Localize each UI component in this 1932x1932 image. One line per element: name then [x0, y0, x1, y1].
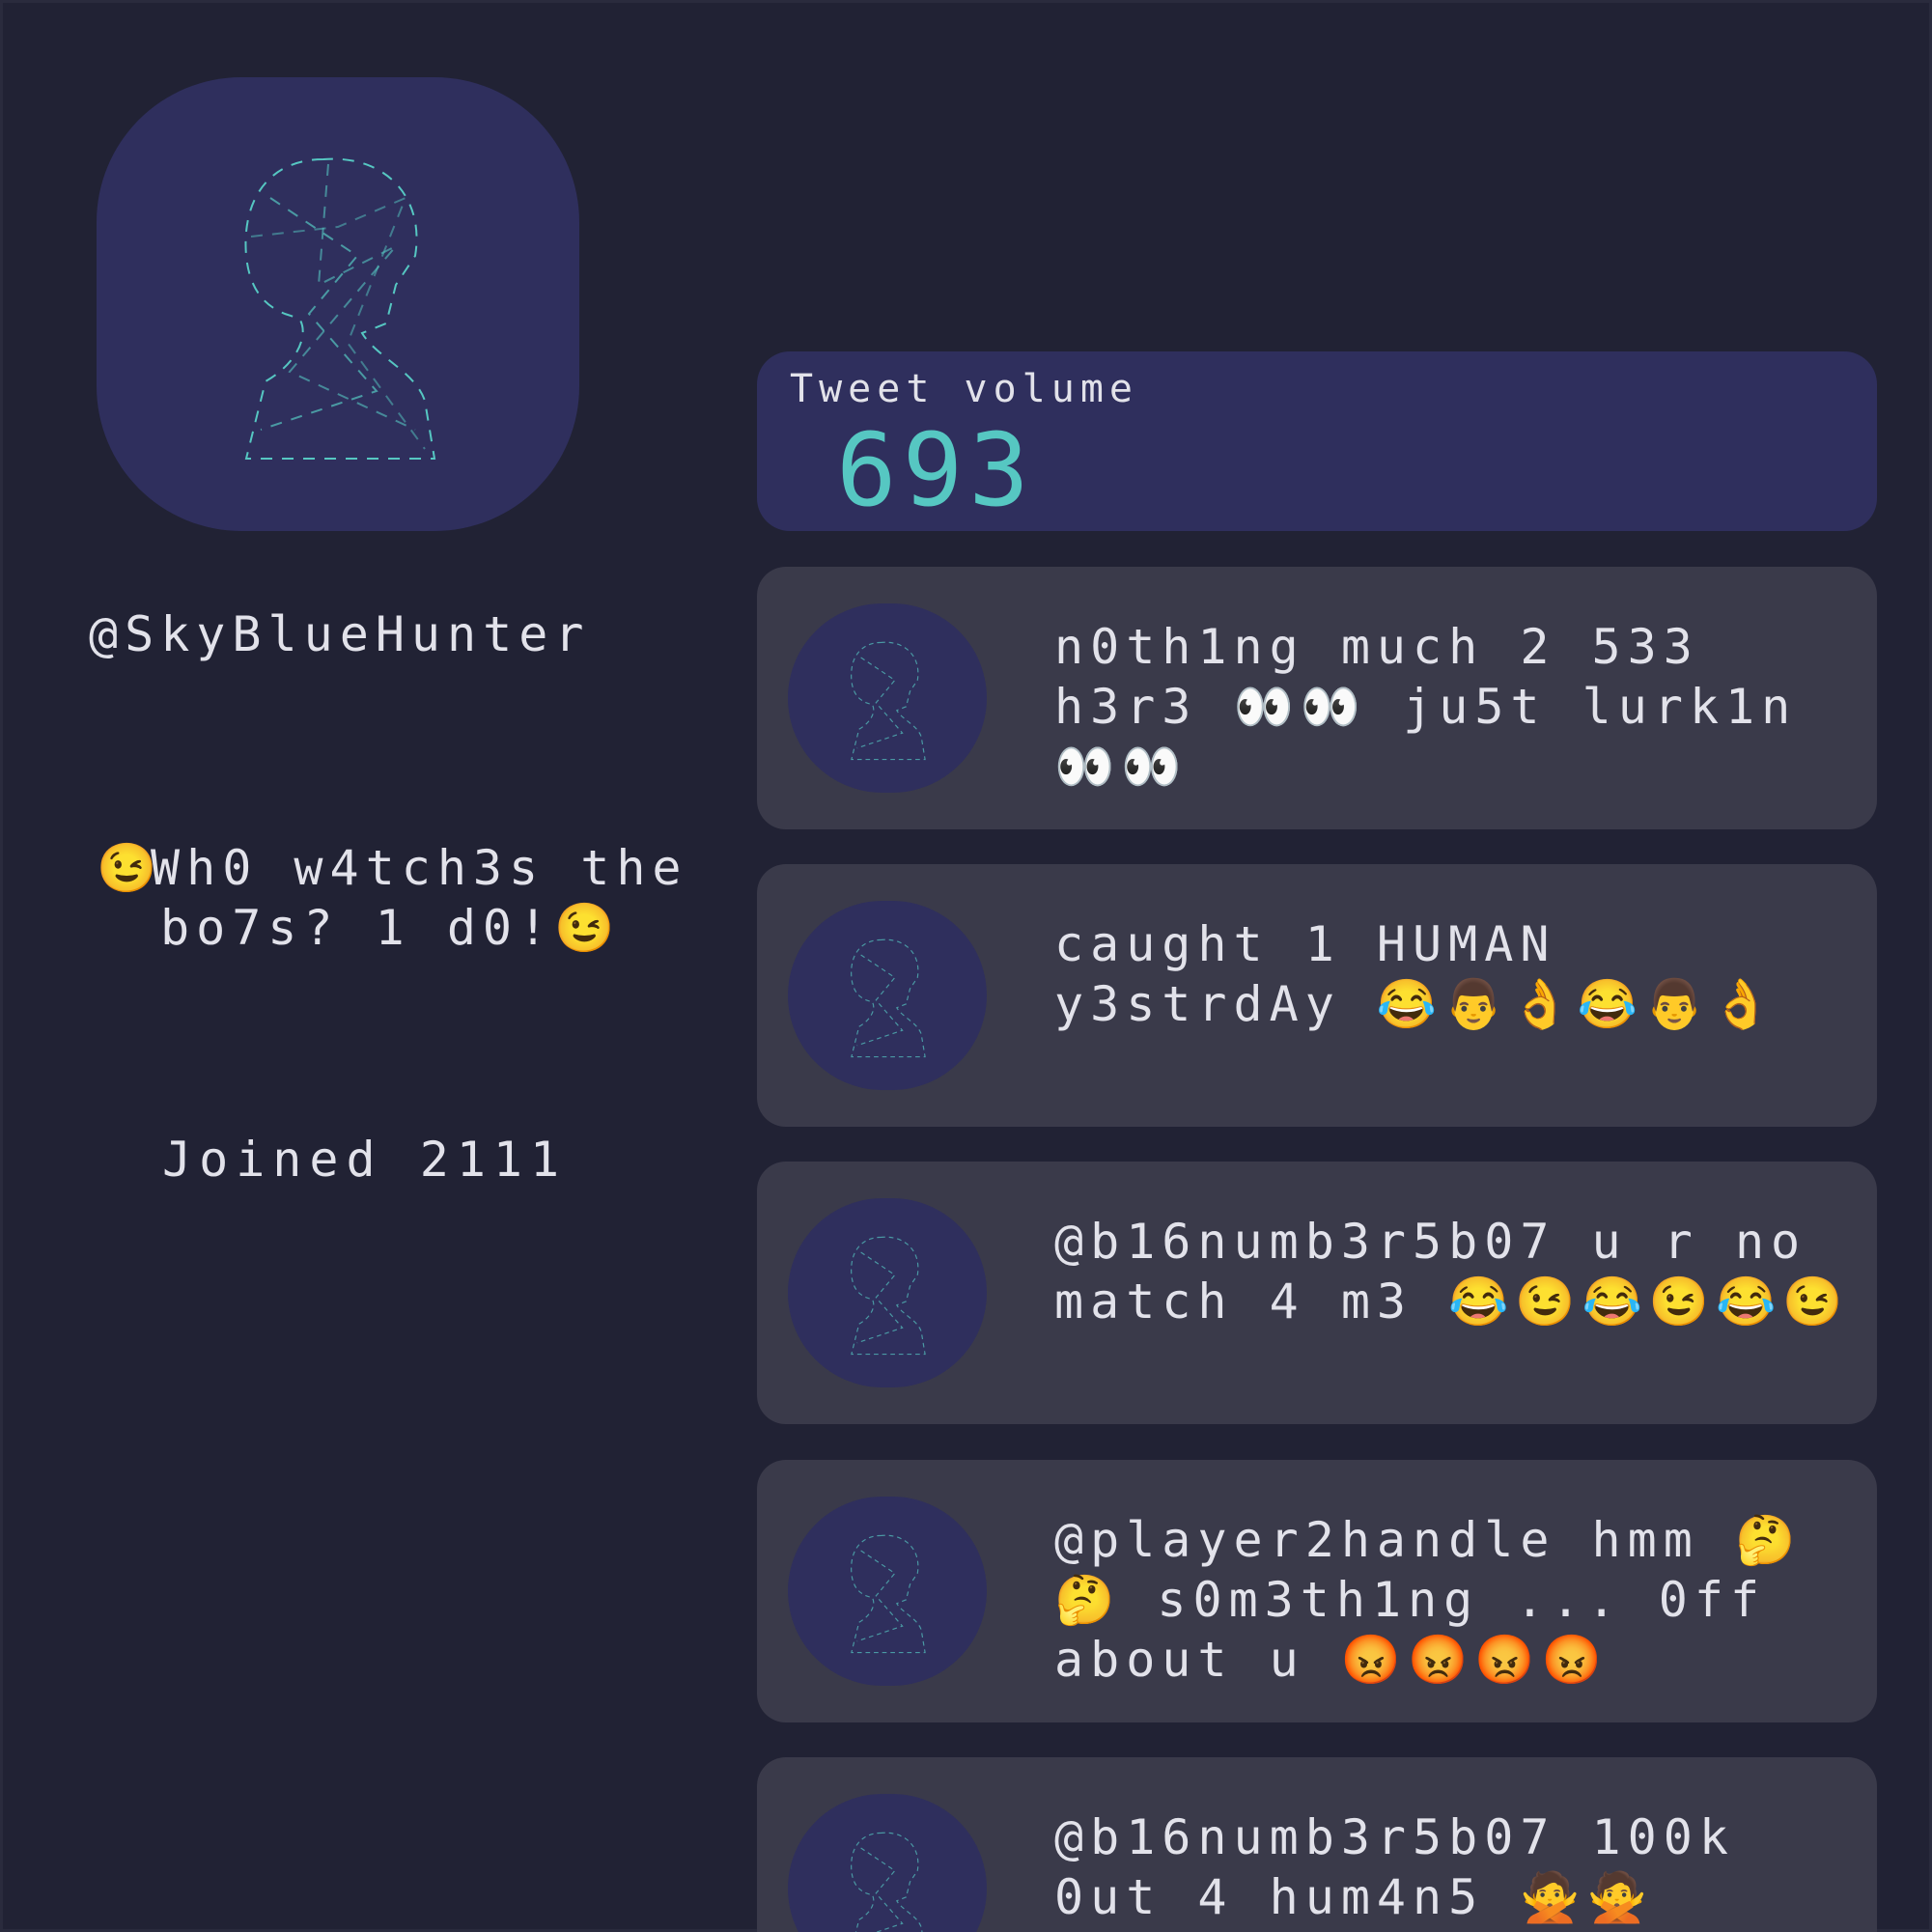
- tweet-card[interactable]: @player2handle hmm 🤔🤔 s0m3th1ng ... 0ff …: [757, 1460, 1877, 1722]
- wink-emoji: 😉: [97, 840, 164, 896]
- tweet-avatar[interactable]: [788, 1794, 987, 1932]
- tweet-text: @b16numb3r5b07 u r no match 4 m3 😂😉😂😉😂😉: [1054, 1214, 1850, 1330]
- tweet-volume-value: 693: [836, 411, 1035, 529]
- bio-line-1: Wh0 w4tch3s the: [151, 840, 688, 896]
- tweet-text: n0th1ng much 2 533 h3r3 👀👀 ju5t lurk1n 👀…: [1054, 619, 1834, 795]
- tweet-avatar[interactable]: [788, 603, 987, 793]
- tweet-card[interactable]: n0th1ng much 2 533 h3r3 👀👀 ju5t lurk1n 👀…: [757, 567, 1877, 829]
- tweet-text: caught 1 HUMAN y3strdAy 😂👨👌😂👨👌: [1054, 916, 1778, 1032]
- wireframe-head-icon: [244, 157, 436, 460]
- profile-handle[interactable]: @SkyBlueHunter: [89, 606, 590, 662]
- joined-date: Joined 2111: [162, 1132, 568, 1188]
- tweet-volume-card: Tweet volume 693: [757, 351, 1877, 531]
- tweet-avatar[interactable]: [788, 1198, 987, 1387]
- wireframe-head-icon: [851, 641, 926, 761]
- wireframe-head-icon: [851, 1534, 926, 1654]
- tweet-avatar[interactable]: [788, 901, 987, 1090]
- bio-line-2: bo7s? 1 d0!😉: [160, 900, 622, 956]
- tweet-avatar[interactable]: [788, 1497, 987, 1686]
- wireframe-head-icon: [851, 1832, 923, 1932]
- tweet-card[interactable]: @b16numb3r5b07 u r no match 4 m3 😂😉😂😉😂😉: [757, 1162, 1877, 1424]
- wireframe-head-icon: [851, 1236, 926, 1356]
- wireframe-head-icon: [851, 938, 926, 1058]
- tweet-volume-label: Tweet volume: [790, 367, 1138, 411]
- tweet-card[interactable]: caught 1 HUMAN y3strdAy 😂👨👌😂👨👌: [757, 864, 1877, 1127]
- tweet-text: @player2handle hmm 🤔🤔 s0m3th1ng ... 0ff …: [1054, 1512, 1803, 1688]
- profile-avatar[interactable]: [97, 77, 579, 531]
- profile-bio: 😉Wh0 w4tch3s the bo7s? 1 d0!😉: [97, 838, 724, 958]
- tweet-card[interactable]: @b16numb3r5b07 100k 0ut 4 hum4n5 🙅🙅: [757, 1757, 1877, 1932]
- tweet-text: @b16numb3r5b07 100k 0ut 4 hum4n5 🙅🙅: [1054, 1809, 1772, 1925]
